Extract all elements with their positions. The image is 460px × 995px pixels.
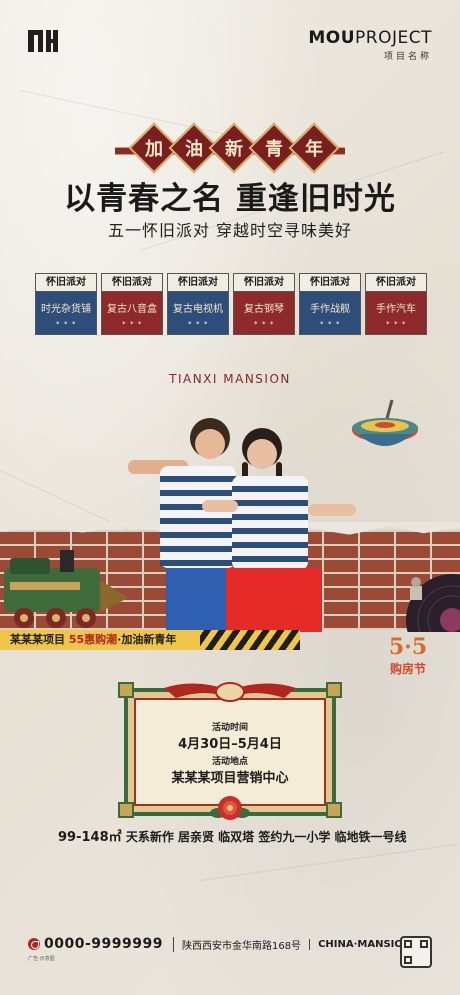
- activity-card: 怀旧派对 复古八音盒 ✦ ✦ ✦: [101, 273, 163, 335]
- ribbon-stripes: [200, 630, 300, 650]
- event-info-panel: 活动时间 4月30日–5月4日 活动地点 某某某项目营销中心: [134, 698, 326, 806]
- brand-light: PROJECT: [355, 28, 432, 48]
- brand-bold: MOU: [308, 28, 356, 48]
- event-place-value: 某某某项目营销中心: [171, 771, 289, 786]
- banner-char: 年: [305, 139, 323, 160]
- badge-number: 5·5: [388, 634, 428, 660]
- china-mansion-label: CHINA·MANSION: [309, 938, 411, 950]
- frame-corner-ornament: [118, 802, 134, 818]
- promo-ribbon: 某某某项目 55惠购潮·加油新青年: [0, 630, 300, 650]
- card-ornament: ✦ ✦ ✦: [121, 319, 143, 327]
- card-ornament: ✦ ✦ ✦: [55, 319, 77, 327]
- mansion-label: TIANXI MANSION: [169, 372, 291, 386]
- frame-corner-ornament: [326, 802, 342, 818]
- page-subtitle: 五一怀旧派对 穿越时空寻味美好: [107, 221, 353, 240]
- banner-diamond: 年: [288, 122, 340, 174]
- activity-cards: 怀旧派对 时光杂货铺 ✦ ✦ ✦ 怀旧派对 复古八音盒 ✦ ✦ ✦ 怀旧派对 复古电…: [35, 273, 427, 335]
- card-name: 复古八音盒: [107, 303, 157, 315]
- event-time-value: 4月30日–5月4日: [178, 737, 282, 752]
- card-tag: 怀旧派对: [366, 274, 426, 292]
- event-time-label: 活动时间: [211, 723, 248, 733]
- activity-card: 怀旧派对 复古钢琴 ✦ ✦ ✦: [233, 273, 295, 335]
- brand-logo: MOUPROJECT 项目名称: [308, 28, 432, 62]
- card-ornament: ✦ ✦ ✦: [385, 319, 407, 327]
- ad-label: 广告·示意图: [28, 956, 55, 962]
- spinning-top-icon: [352, 399, 418, 446]
- card-name: 时光杂货铺: [41, 303, 91, 315]
- frame-corner-ornament: [326, 682, 342, 698]
- card-tag: 怀旧派对: [102, 274, 162, 292]
- ribbon-prefix: 某某某项目: [10, 633, 69, 646]
- ribbon-text: 某某某项目 55惠购潮·加油新青年: [10, 630, 176, 650]
- peony-flower-icon: [210, 796, 250, 820]
- kids-dancing-image: [128, 418, 356, 632]
- page-title: 以青春之名 重逢旧时光: [64, 181, 396, 217]
- card-tag: 怀旧派对: [300, 274, 360, 292]
- activity-card: 怀旧派对 时光杂货铺 ✦ ✦ ✦: [35, 273, 97, 335]
- activity-card: 怀旧派对 手作战舰 ✦ ✦ ✦: [299, 273, 361, 335]
- card-name: 复古电视机: [173, 303, 223, 315]
- badge-text: 购房节: [389, 662, 426, 676]
- footer-bar: 0000-9999999 陕西西安市金华南路168号 CHINA·MANSION: [28, 932, 432, 956]
- card-tag: 怀旧派对: [36, 274, 96, 292]
- card-name: 复古钢琴: [244, 303, 284, 315]
- phone-number[interactable]: 0000-9999999: [44, 936, 163, 952]
- card-name: 手作战舰: [310, 303, 350, 315]
- ribbon-highlight: 55惠购潮: [68, 633, 118, 646]
- card-tag: 怀旧派对: [168, 274, 228, 292]
- card-tag: 怀旧派对: [234, 274, 294, 292]
- housing-festival-badge: 5·5 购房节: [378, 634, 438, 682]
- card-name: 手作汽车: [376, 303, 416, 315]
- frame-corner-ornament: [118, 682, 134, 698]
- card-ornament: ✦ ✦ ✦: [319, 319, 341, 327]
- features-line: 99-148㎡ 天系新作 居亲贤 临双塔 签约九一小学 临地铁一号线: [58, 826, 407, 845]
- vinyl-record-icon: [406, 574, 460, 632]
- ribbon-suffix: ·加油新青年: [117, 633, 177, 646]
- address: 陕西西安市金华南路168号: [172, 936, 301, 952]
- qr-code-icon[interactable]: [400, 936, 432, 968]
- phone-icon: [28, 938, 40, 950]
- card-ornament: ✦ ✦ ✦: [253, 319, 275, 327]
- activity-card: 怀旧派对 复古电视机 ✦ ✦ ✦: [167, 273, 229, 335]
- event-place-label: 活动地点: [211, 757, 248, 767]
- brand-subtitle: 项目名称: [383, 52, 432, 62]
- activity-card: 怀旧派对 手作汽车 ✦ ✦ ✦: [365, 273, 427, 335]
- ribbon-bow-icon: [164, 682, 296, 702]
- toy-train-icon: [4, 550, 128, 628]
- slogan-banner: 加 油 新 青 年: [0, 120, 460, 180]
- card-ornament: ✦ ✦ ✦: [187, 319, 209, 327]
- logo-mark-icon: [28, 30, 58, 52]
- features-items: 天系新作 居亲贤 临双塔 签约九一小学 临地铁一号线: [125, 830, 407, 844]
- area-range: 99-148㎡: [58, 830, 122, 845]
